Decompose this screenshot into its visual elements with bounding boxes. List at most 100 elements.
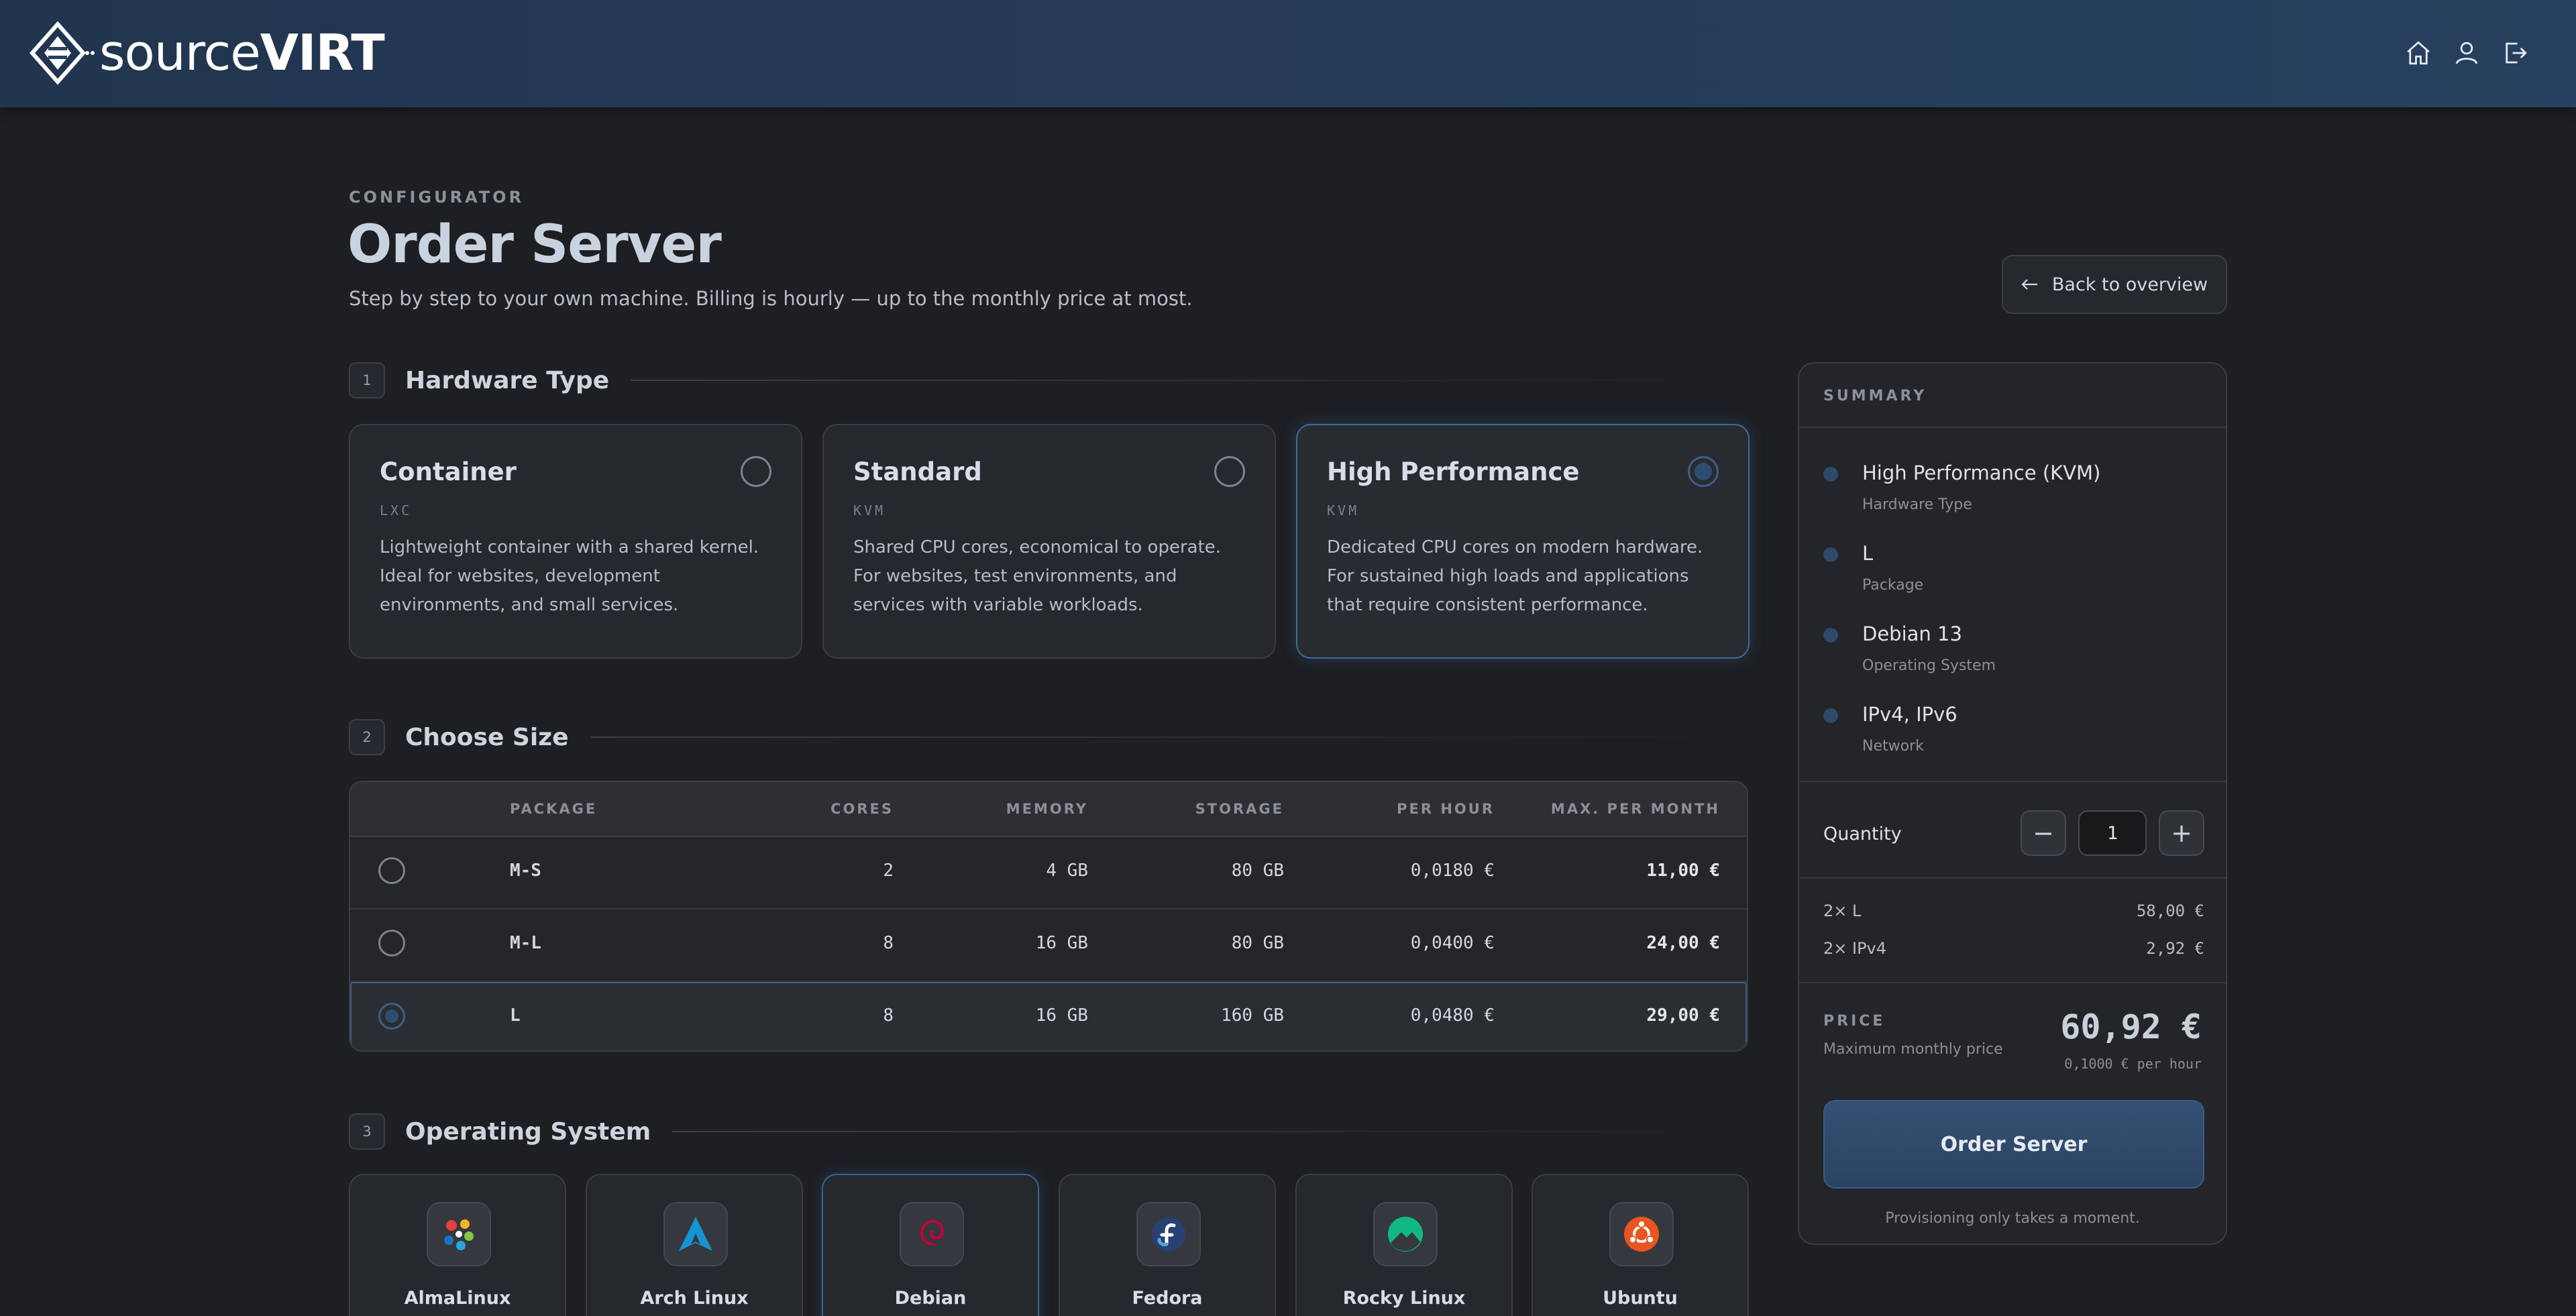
cell-package: M-S [510,861,541,881]
summary-label: Network [1862,738,1924,755]
line-item-amount: 2,92 € [2146,939,2204,958]
summary-value: L [1862,542,1874,565]
hardware-radio[interactable] [1214,456,1245,487]
cell-per-hour: 0,0480 € [1410,1005,1495,1026]
table-row[interactable]: M-L 8 16 GB 80 GB 0,0400 € 24,00 € [350,910,1747,982]
section-number: 3 [349,1113,385,1150]
hardware-tag: KVM [853,502,886,518]
total-price: 60,92 € [2060,1007,2202,1046]
cell-memory: 16 GB [1035,933,1088,953]
hardware-card-container[interactable]: Container LXC Lightweight container with… [349,424,802,659]
os-name: Rocky Linux [1342,1288,1466,1309]
column-header-per-hour: PER HOUR [1397,801,1495,817]
section-number: 1 [349,362,385,398]
cell-memory: 4 GB [1046,861,1088,881]
divider [1799,982,2226,983]
hardware-card-high-performance[interactable]: High Performance KVM Dedicated CPU cores… [1296,424,1750,659]
order-server-button[interactable]: Order Server [1823,1100,2204,1189]
bullet-dot [1823,467,1838,482]
section-divider [672,1131,1748,1132]
package-radio[interactable] [378,857,405,884]
line-item-label: 2× IPv4 [1823,939,1887,958]
hardware-tag: KVM [1327,502,1360,518]
back-to-overview-button[interactable]: Back to overview [2002,255,2227,314]
price-line-item: 2× IPv4 2,92 € [1823,939,2204,958]
brand-prefix: source [99,24,261,82]
section-divider [631,380,1748,381]
cell-cores: 2 [883,861,894,881]
summary-heading: SUMMARY [1799,364,2226,428]
section-size-header: 2 Choose Size [349,719,1748,755]
arrow-left-icon [2021,279,2037,290]
hardware-radio[interactable] [741,456,771,487]
user-icon[interactable] [2453,39,2481,67]
bullet-dot [1823,628,1838,643]
hardware-name: Container [380,457,517,486]
package-radio[interactable] [378,930,405,956]
logo-icon [30,21,95,85]
table-row[interactable]: M-S 2 4 GB 80 GB 0,0180 € 11,00 € [350,837,1747,910]
price-per-hour: 0,1000 € per hour [2064,1056,2202,1072]
brand-suffix: VIRT [260,24,385,82]
package-radio-selected[interactable] [378,1003,405,1030]
bullet-dot [1823,708,1838,723]
cell-storage: 80 GB [1231,933,1284,953]
summary-panel: SUMMARY High Performance (KVM) Hardware … [1798,362,2227,1245]
ubuntu-icon [1624,1217,1659,1252]
hardware-name: High Performance [1327,457,1580,486]
section-divider [590,736,1748,738]
quantity-input[interactable] [2078,810,2147,856]
page-title: Order Server [347,215,722,275]
cell-storage: 160 GB [1221,1005,1284,1026]
hardware-tag: LXC [380,502,413,518]
os-card-rockylinux[interactable]: Rocky Linux [1295,1174,1513,1316]
os-card-almalinux[interactable]: AlmaLinux [349,1174,566,1316]
hardware-radio-selected[interactable] [1688,456,1719,487]
summary-label: Operating System [1862,657,1996,674]
cell-per-hour: 0,0400 € [1410,933,1495,953]
section-title: Choose Size [405,723,569,751]
fedora-icon [1152,1217,1185,1251]
cell-storage: 80 GB [1231,861,1284,881]
section-title: Operating System [405,1117,651,1146]
section-number: 2 [349,719,385,755]
brand-name: sourceVIRT [99,24,385,82]
size-table: PACKAGE CORES MEMORY STORAGE PER HOUR MA… [349,781,1748,1052]
quantity-label: Quantity [1823,824,1902,844]
cell-cores: 8 [883,1005,894,1026]
logout-icon[interactable] [2501,39,2529,67]
quantity-decrement-button[interactable]: − [2021,810,2066,856]
cell-memory: 16 GB [1035,1005,1088,1026]
table-row-selected[interactable]: L 8 16 GB 160 GB 0,0480 € 29,00 € [350,982,1747,1050]
os-name: AlmaLinux [404,1288,511,1309]
price-line-item: 2× L 58,00 € [1823,901,2204,920]
os-name: Ubuntu [1603,1288,1678,1309]
os-card-ubuntu[interactable]: Ubuntu [1532,1174,1749,1316]
os-card-fedora[interactable]: Fedora [1059,1174,1276,1316]
debian-icon [920,1219,945,1246]
divider [1799,877,2226,879]
brand-logo[interactable]: sourceVIRT [30,21,385,85]
cell-per-hour: 0,0180 € [1410,861,1495,881]
page-subtitle: Step by step to your own machine. Billin… [349,287,1193,310]
os-name: Debian [894,1288,967,1309]
page-eyebrow: CONFIGURATOR [349,188,525,207]
price-subtitle: Maximum monthly price [1823,1041,2003,1058]
column-header-memory: MEMORY [1006,801,1088,817]
hardware-card-standard[interactable]: Standard KVM Shared CPU cores, economica… [822,424,1276,659]
table-header: PACKAGE CORES MEMORY STORAGE PER HOUR MA… [350,782,1747,837]
home-icon[interactable] [2404,39,2432,67]
top-bar: sourceVIRT [0,0,2576,107]
provisioning-note: Provisioning only takes a moment. [1885,1210,2140,1227]
os-card-debian[interactable]: Debian [822,1174,1039,1316]
almalinux-icon [444,1219,474,1250]
quantity-increment-button[interactable]: + [2159,810,2204,856]
column-header-max-per-month: MAX. PER MONTH [1550,801,1720,817]
os-card-archlinux[interactable]: Arch Linux [586,1174,803,1316]
summary-label: Hardware Type [1862,496,1972,513]
price-label: PRICE [1823,1013,1886,1030]
cell-max-per-month: 29,00 € [1646,1005,1720,1026]
summary-value: High Performance (KVM) [1862,461,2101,484]
back-to-overview-label: Back to overview [2051,274,2208,295]
cell-package: L [510,1005,521,1026]
